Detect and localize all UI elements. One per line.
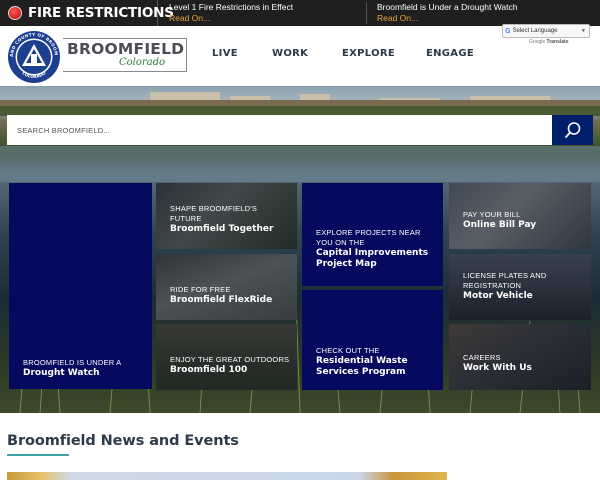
nav-live[interactable]: LIVE	[212, 48, 238, 59]
tile-kicker: ENJOY THE GREAT OUTDOORS	[170, 354, 290, 364]
powered-by-google: Google Translate	[529, 39, 568, 45]
tile-flexride[interactable]: RIDE FOR FREE Broomfield FlexRide	[156, 254, 297, 320]
wordmark-script: Colorado	[119, 57, 166, 68]
tile-headline: Broomfield Together	[170, 224, 274, 234]
alert-message: Level 1 Fire Restrictions in Effect	[169, 2, 294, 12]
search-input[interactable]	[7, 115, 552, 145]
site-header: CITY AND COUNTY OF BROOMFIELD COLORADO B…	[0, 24, 600, 86]
tile-kicker: LICENSE PLATES AND REGISTRATION	[463, 271, 547, 290]
broomfield-wordmark[interactable]: BROOMFIELD Colorado	[63, 38, 187, 72]
tile-headline: Work With Us	[463, 363, 532, 373]
tile-headline: Motor Vehicle	[463, 291, 533, 301]
news-section-title: Broomfield News and Events	[7, 433, 239, 449]
alert-message: Broomfield is Under a Drought Watch	[377, 2, 518, 12]
chevron-down-icon: ▼	[581, 28, 586, 34]
tile-kicker: CAREERS	[463, 352, 501, 362]
alert-read-on-link[interactable]: Read On...	[169, 13, 293, 24]
alert-dot-icon	[8, 6, 22, 20]
tile-broomfield-together[interactable]: SHAPE BROOMFIELD'S FUTURE Broomfield Tog…	[156, 183, 297, 249]
nav-explore[interactable]: EXPLORE	[342, 48, 395, 59]
news-title-underline	[7, 454, 69, 456]
tile-residential-waste[interactable]: CHECK OUT THE Residential Waste Services…	[302, 290, 443, 390]
wordmark-text: BROOMFIELD	[67, 40, 185, 58]
tile-motor-vehicle[interactable]: LICENSE PLATES AND REGISTRATION Motor Ve…	[449, 254, 591, 320]
tile-headline: Broomfield 100	[170, 365, 248, 375]
tile-kicker: CHECK OUT THE	[316, 345, 380, 355]
alert-item-drought: Broomfield is Under a Drought Watch Read…	[366, 2, 517, 24]
tile-kicker: SHAPE BROOMFIELD'S FUTURE	[170, 204, 258, 223]
language-select-label: Select Language	[512, 28, 558, 34]
tile-headline: Residential Waste Services Program	[316, 356, 408, 377]
tile-kicker: BROOMFIELD IS UNDER A	[23, 357, 122, 367]
google-label: Google	[529, 39, 546, 45]
fire-restrictions-label[interactable]: FIRE RESTRICTIONS	[0, 0, 174, 26]
alert-read-on-link[interactable]: Read On...	[377, 13, 517, 24]
nav-engage[interactable]: ENGAGE	[426, 48, 474, 59]
tile-headline: Online Bill Pay	[463, 220, 537, 230]
tile-headline: Broomfield FlexRide	[170, 295, 273, 305]
tile-capital-improvements[interactable]: EXPLORE PROJECTS NEAR YOU ON THE Capital…	[302, 183, 443, 286]
tile-headline: Drought Watch	[23, 368, 100, 378]
alert-bar: FIRE RESTRICTIONS Level 1 Fire Restricti…	[0, 0, 600, 26]
language-select[interactable]: G Select Language ▼	[502, 24, 590, 38]
alert-item-fire: Level 1 Fire Restrictions in Effect Read…	[169, 2, 293, 24]
search-icon	[564, 122, 580, 138]
tile-online-bill-pay[interactable]: PAY YOUR BILL Online Bill Pay	[449, 183, 591, 249]
tile-drought-watch[interactable]: BROOMFIELD IS UNDER A Drought Watch	[9, 183, 152, 389]
tile-broomfield-100[interactable]: ENJOY THE GREAT OUTDOORS Broomfield 100	[156, 324, 297, 390]
search-button[interactable]	[552, 115, 593, 145]
alert-title: FIRE RESTRICTIONS	[28, 5, 174, 21]
tile-headline: Capital Improvements Project Map	[316, 248, 429, 269]
tile-kicker: RIDE FOR FREE	[170, 284, 231, 294]
nav-work[interactable]: WORK	[272, 48, 308, 59]
translate-label: Translate	[546, 39, 569, 45]
google-g-icon: G	[505, 27, 511, 35]
tile-careers[interactable]: CAREERS Work With Us	[449, 324, 591, 390]
city-seal-logo[interactable]: CITY AND COUNTY OF BROOMFIELD COLORADO	[7, 30, 61, 84]
hero-banner: BROOMFIELD IS UNDER A Drought Watch SHAP…	[0, 86, 600, 413]
tile-kicker: PAY YOUR BILL	[463, 209, 521, 219]
tile-kicker: EXPLORE PROJECTS NEAR YOU ON THE	[316, 228, 421, 247]
news-card-image[interactable]	[7, 472, 447, 480]
